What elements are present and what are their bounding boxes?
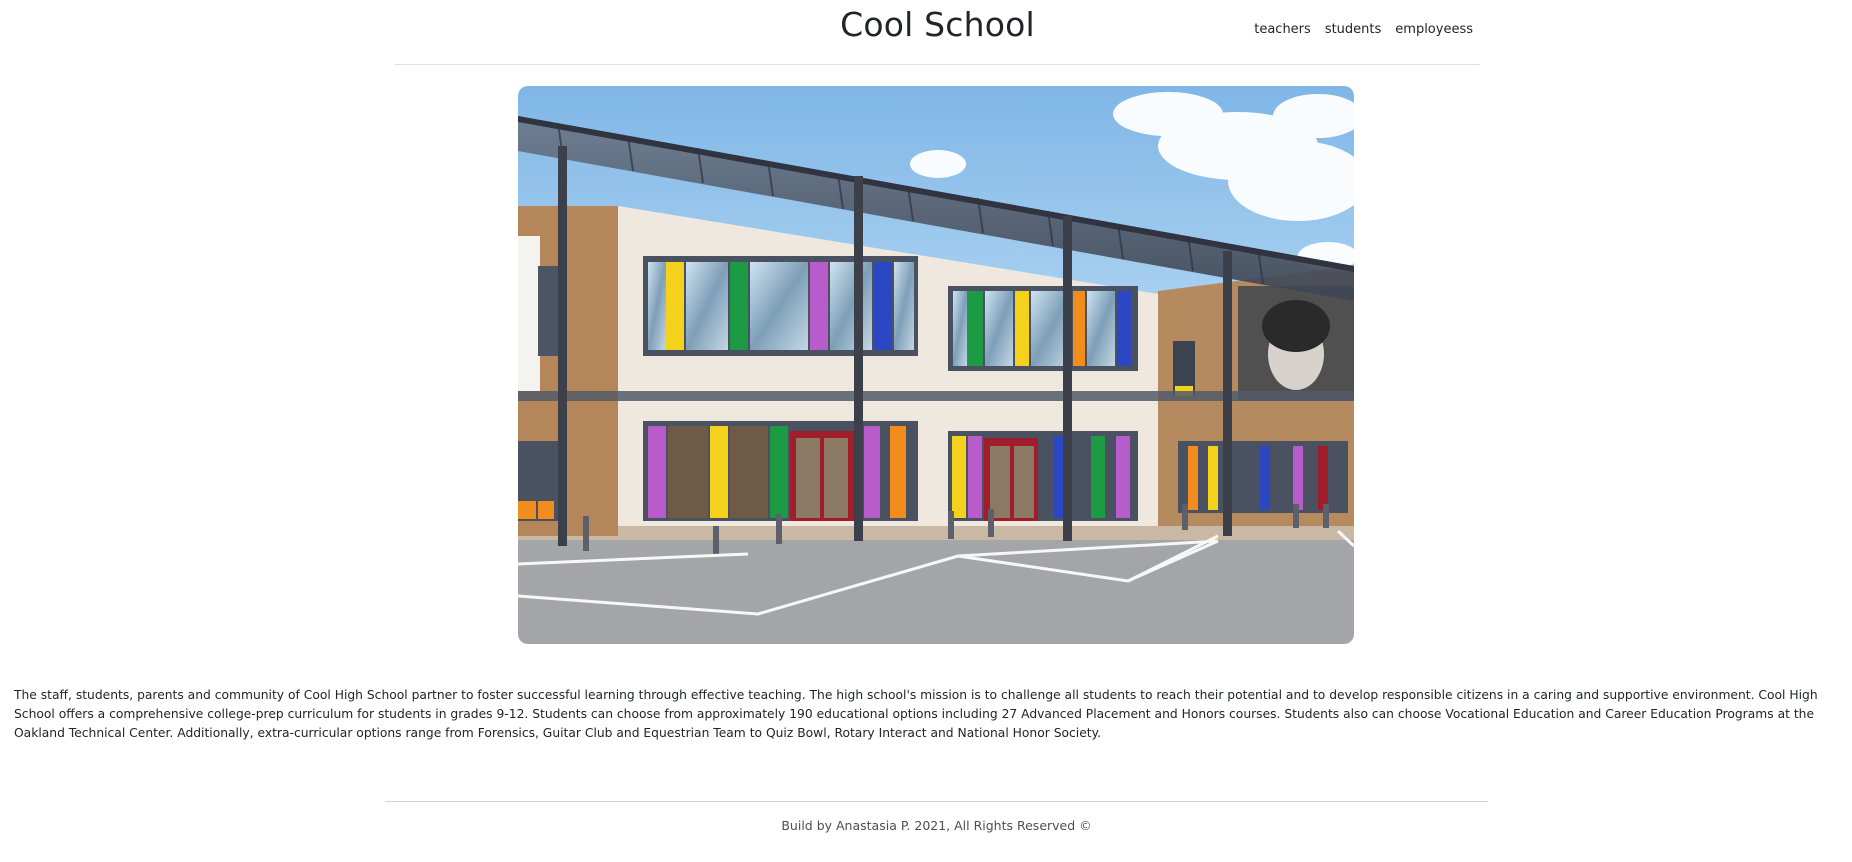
nav-link-students[interactable]: students — [1325, 22, 1381, 37]
school-building-image — [518, 86, 1354, 644]
site-footer: Build by Anastasia P. 2021, All Rights R… — [385, 801, 1488, 833]
nav-link-employeess[interactable]: employeess — [1395, 22, 1473, 37]
main-nav: teachers students employeess — [1254, 22, 1473, 37]
school-description: The staff, students, parents and communi… — [14, 688, 1818, 740]
footer-copyright: Build by Anastasia P. 2021, All Rights R… — [781, 818, 1092, 833]
nav-link-teachers[interactable]: teachers — [1254, 22, 1311, 37]
site-header: Cool School teachers students employeess — [395, 0, 1480, 65]
